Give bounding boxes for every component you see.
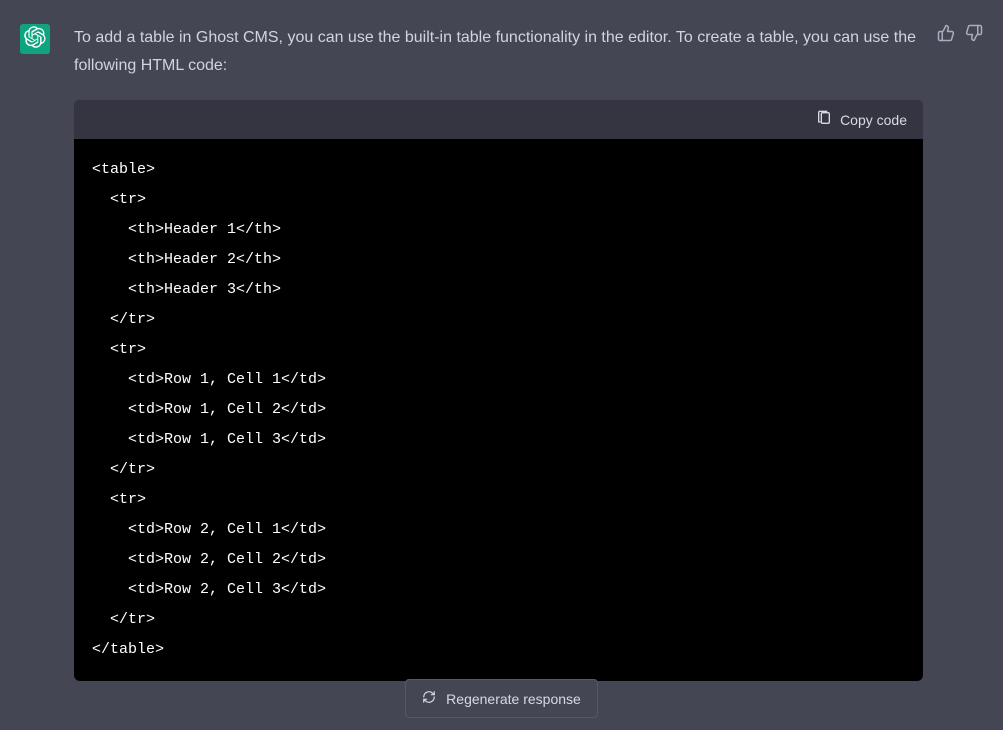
regenerate-label: Regenerate response — [446, 691, 581, 707]
copy-code-label: Copy code — [840, 112, 907, 128]
thumbs-up-button[interactable] — [937, 24, 955, 47]
assistant-message: To add a table in Ghost CMS, you can use… — [0, 0, 1003, 730]
refresh-icon — [422, 690, 436, 707]
feedback-buttons — [937, 24, 983, 47]
regenerate-button[interactable]: Regenerate response — [405, 679, 598, 718]
code-header: Copy code — [74, 100, 923, 139]
thumbs-up-icon — [937, 24, 955, 47]
message-content: To add a table in Ghost CMS, you can use… — [74, 24, 983, 706]
thumbs-down-icon — [965, 24, 983, 47]
code-block: Copy code <table> <tr> <th>Header 1</th>… — [74, 100, 923, 681]
clipboard-icon — [816, 110, 832, 129]
copy-code-button[interactable]: Copy code — [816, 110, 907, 129]
response-text: To add a table in Ghost CMS, you can use… — [74, 24, 923, 80]
thumbs-down-button[interactable] — [965, 24, 983, 47]
code-content[interactable]: <table> <tr> <th>Header 1</th> <th>Heade… — [74, 139, 923, 681]
assistant-avatar — [20, 24, 50, 54]
openai-logo-icon — [24, 26, 46, 53]
